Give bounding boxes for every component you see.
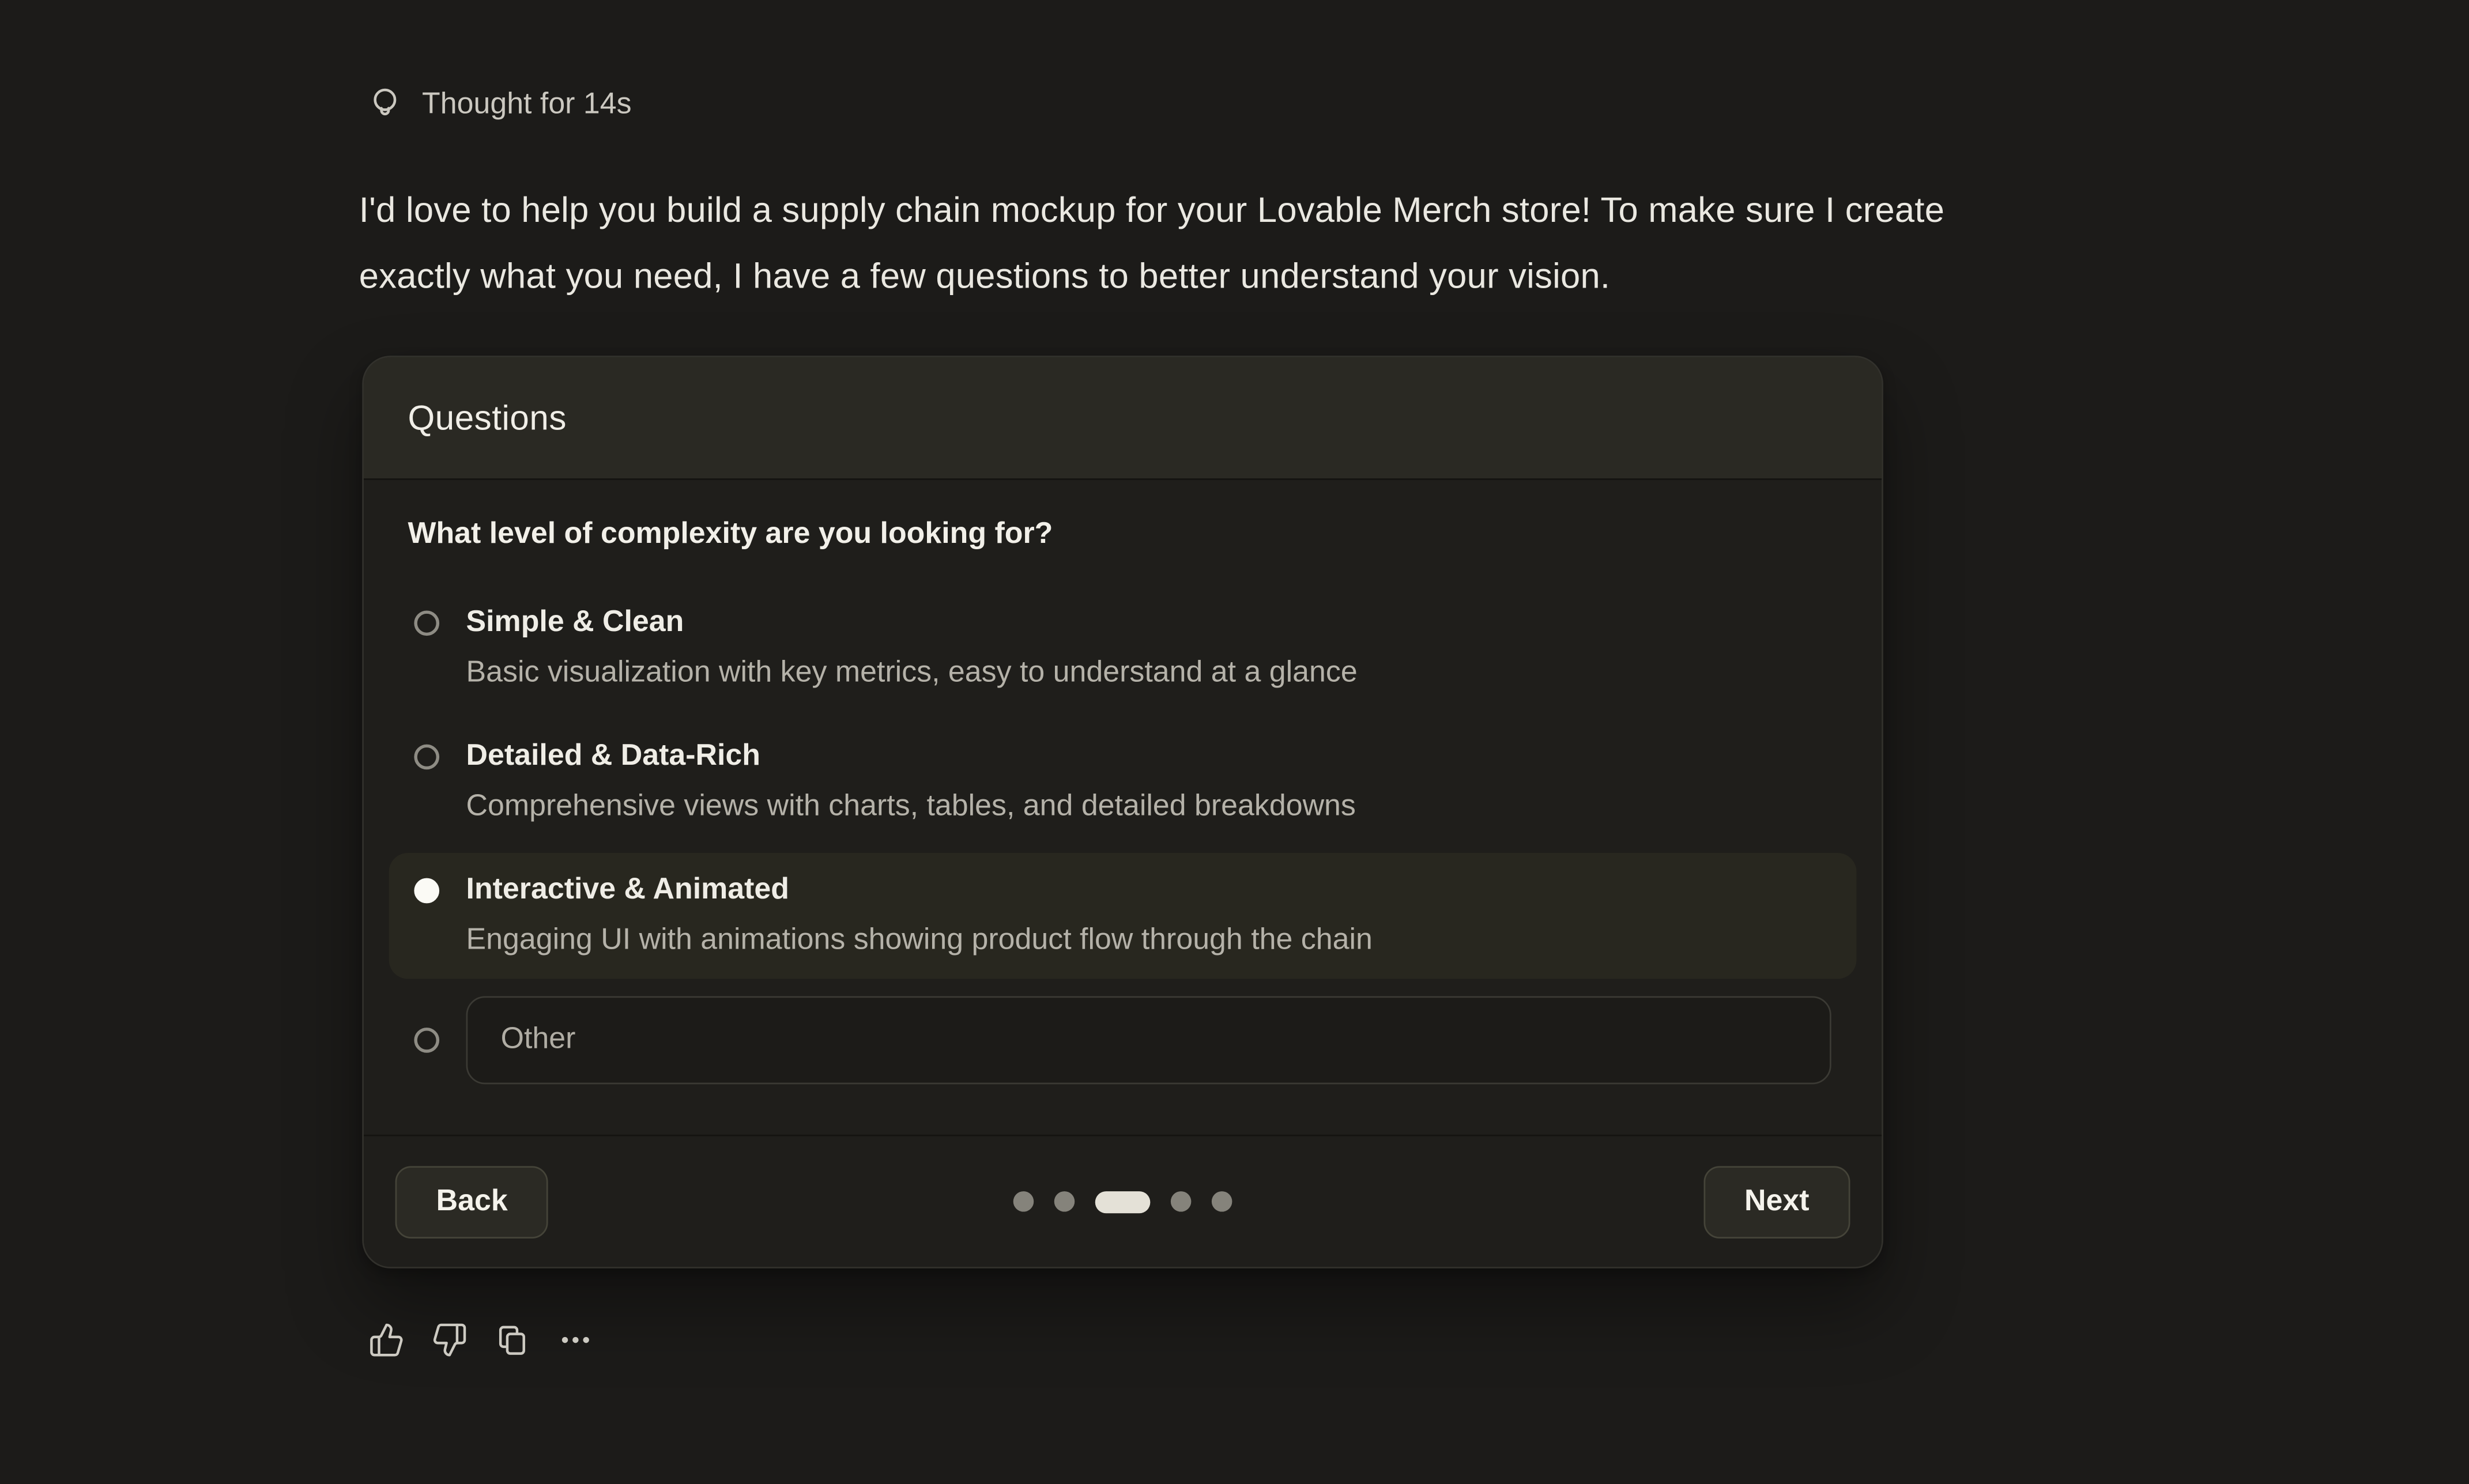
option-detailed-data-rich[interactable]: Detailed & Data-Rich Comprehensive views… bbox=[389, 719, 1857, 845]
option-text: Interactive & Animated Engaging UI with … bbox=[466, 870, 1373, 961]
more-options-button[interactable] bbox=[557, 1322, 594, 1358]
pagination-dot bbox=[1013, 1191, 1034, 1211]
option-interactive-animated[interactable]: Interactive & Animated Engaging UI with … bbox=[389, 853, 1857, 979]
pagination-dots bbox=[1013, 1191, 1232, 1213]
option-simple-clean[interactable]: Simple & Clean Basic visualization with … bbox=[389, 586, 1857, 711]
other-option-input[interactable] bbox=[466, 996, 1831, 1084]
questions-card-header: Questions bbox=[364, 357, 1882, 480]
questions-card-body: What level of complexity are you looking… bbox=[364, 480, 1882, 1102]
assistant-message: I'd love to help you build a supply chai… bbox=[359, 178, 1944, 310]
radio-unselected-icon[interactable] bbox=[414, 610, 439, 636]
pagination-dot bbox=[1171, 1191, 1192, 1211]
message-actions-row bbox=[368, 1322, 594, 1358]
thought-label: Thought for 14s bbox=[422, 88, 632, 122]
option-text: Detailed & Data-Rich Comprehensive views… bbox=[466, 737, 1356, 828]
card-title: Questions bbox=[408, 397, 566, 438]
option-description: Comprehensive views with charts, tables,… bbox=[466, 787, 1356, 828]
option-text: Simple & Clean Basic visualization with … bbox=[466, 603, 1358, 694]
option-other[interactable] bbox=[389, 987, 1857, 1101]
thought-toggle[interactable]: Thought for 14s bbox=[368, 84, 631, 126]
thumbs-down-icon bbox=[431, 1322, 468, 1358]
message-line: I'd love to help you build a supply chai… bbox=[359, 178, 1944, 244]
back-button[interactable]: Back bbox=[395, 1165, 549, 1238]
questions-card-footer: Back Next bbox=[364, 1135, 1882, 1267]
message-line: exactly what you need, I have a few ques… bbox=[359, 244, 1944, 310]
lightbulb-icon bbox=[368, 84, 401, 126]
thumbs-up-icon bbox=[368, 1322, 405, 1358]
questions-card: Questions What level of complexity are y… bbox=[362, 356, 1883, 1268]
radio-unselected-icon[interactable] bbox=[414, 745, 439, 770]
option-title: Detailed & Data-Rich bbox=[466, 737, 1356, 777]
option-description: Engaging UI with animations showing prod… bbox=[466, 920, 1373, 961]
option-title: Simple & Clean bbox=[466, 603, 1358, 644]
copy-button[interactable] bbox=[495, 1322, 531, 1358]
thumbs-up-button[interactable] bbox=[368, 1322, 405, 1358]
chat-message-area: Thought for 14s I'd love to help you bui… bbox=[0, 0, 2469, 1484]
radio-selected-icon[interactable] bbox=[414, 878, 439, 904]
pagination-dot-active bbox=[1095, 1191, 1151, 1213]
copy-icon bbox=[495, 1322, 531, 1358]
question-text: What level of complexity are you looking… bbox=[408, 518, 1837, 552]
option-title: Interactive & Animated bbox=[466, 870, 1373, 911]
pagination-dot bbox=[1054, 1191, 1075, 1211]
thumbs-down-button[interactable] bbox=[431, 1322, 468, 1358]
next-button[interactable]: Next bbox=[1703, 1165, 1850, 1238]
pagination-dot bbox=[1212, 1191, 1232, 1211]
ellipsis-icon bbox=[557, 1322, 594, 1358]
radio-unselected-icon[interactable] bbox=[414, 1028, 439, 1053]
option-description: Basic visualization with key metrics, ea… bbox=[466, 653, 1358, 694]
